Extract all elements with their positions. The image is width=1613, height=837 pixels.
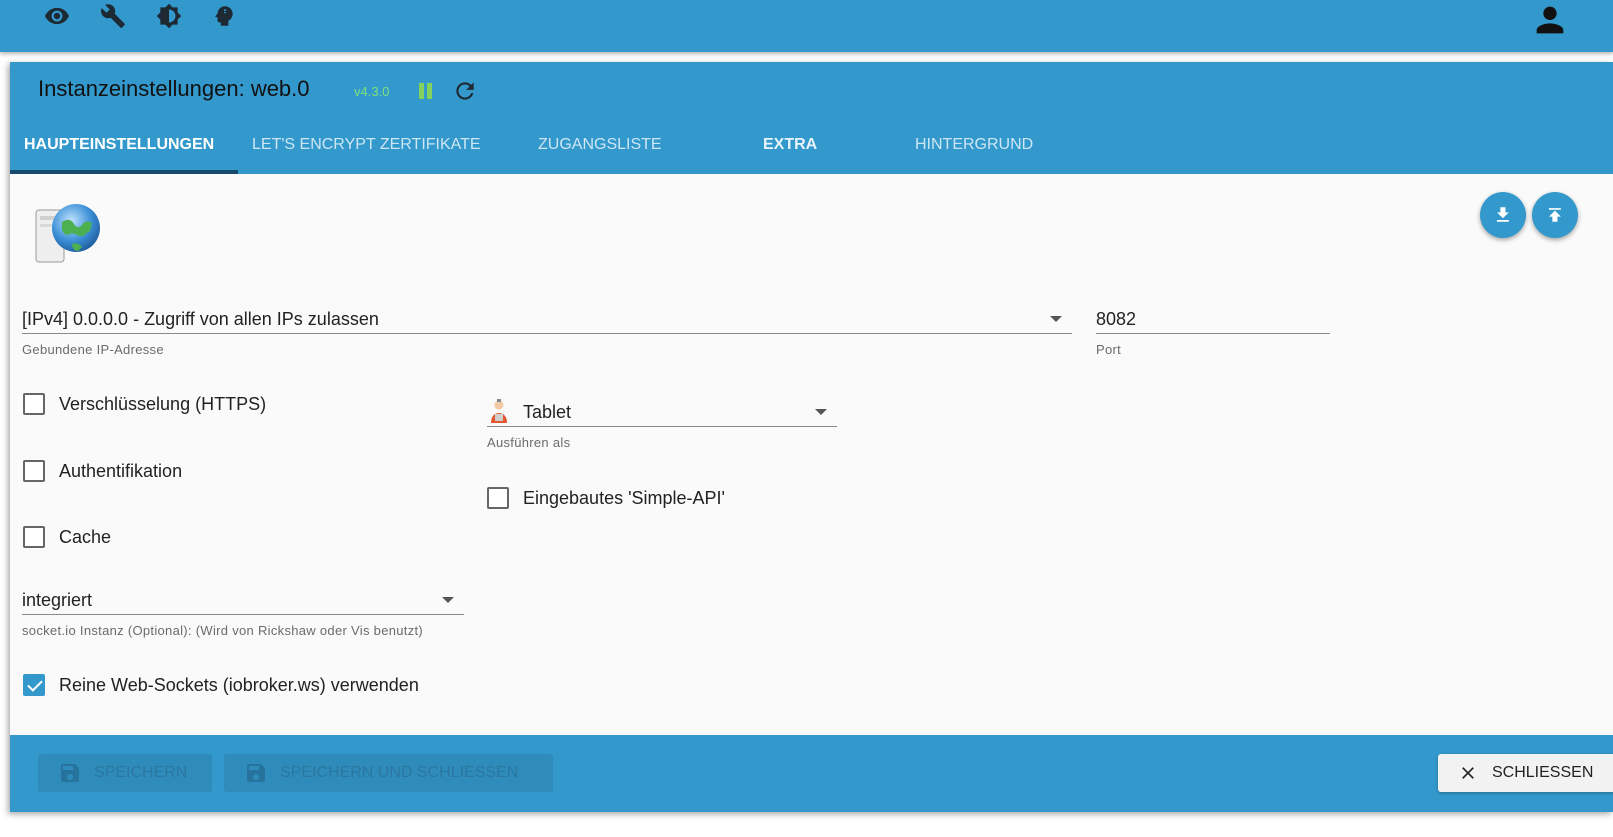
save-icon [247, 764, 265, 782]
dialog-footer: SPEICHERN SPEICHERN UND SCHLIESSEN SCHLI… [10, 735, 1613, 812]
dialog-title: Instanzeinstellungen: web.0 [38, 76, 310, 101]
dialog-header: Instanzeinstellungen: web.0 v4.3.0 HAUPT… [10, 62, 1613, 174]
tab-access-list[interactable]: ZUGANGSLISTE [538, 118, 662, 174]
tab-letsencrypt[interactable]: LET'S ENCRYPT ZERTIFIKATE [252, 118, 481, 174]
port-value[interactable]: 8082 [1096, 304, 1330, 334]
top-app-bar [0, 0, 1613, 52]
expert-mode-icon[interactable] [209, 2, 239, 30]
bind-ip-helper: Gebundene IP-Adresse [22, 342, 164, 357]
cache-checkbox[interactable] [23, 526, 45, 548]
bind-ip-select[interactable]: [IPv4] 0.0.0.0 - Zugriff von allen IPs z… [22, 304, 1072, 357]
version-badge: v4.3.0 [354, 84, 390, 99]
tab-indicator [10, 170, 238, 174]
pure-ws-checkbox-row[interactable]: Reine Web-Sockets (iobroker.ws) verwende… [23, 674, 419, 696]
run-as-field[interactable]: Tablet [487, 397, 837, 427]
socketio-helper: socket.io Instanz (Optional): (Wird von … [22, 623, 424, 638]
simple-api-label: Eingebautes 'Simple-API' [523, 487, 725, 508]
bind-ip-value[interactable]: [IPv4] 0.0.0.0 - Zugriff von allen IPs z… [22, 304, 1072, 334]
port-field[interactable]: 8082 Port [1096, 304, 1330, 357]
auth-checkbox-row[interactable]: Authentifikation [23, 460, 182, 482]
run-as-helper: Ausführen als [487, 435, 571, 450]
save-icon [61, 764, 79, 782]
auth-checkbox[interactable] [23, 460, 45, 482]
close-button[interactable]: SCHLIESSEN [1438, 754, 1613, 792]
upload-config-button[interactable] [1532, 192, 1578, 238]
https-label: Verschlüsselung (HTTPS) [59, 393, 267, 414]
tab-background[interactable]: HINTERGRUND [915, 118, 1033, 174]
run-as-select[interactable]: Tablet Ausführen als [487, 397, 837, 450]
wrench-icon[interactable] [98, 2, 128, 30]
reload-icon[interactable] [452, 78, 478, 104]
instance-settings-dialog: Instanzeinstellungen: web.0 v4.3.0 HAUPT… [10, 62, 1613, 812]
auth-label: Authentifikation [59, 460, 183, 481]
chevron-down-icon [815, 409, 827, 415]
save-and-close-button[interactable]: SPEICHERN UND SCHLIESSEN [224, 754, 553, 792]
pure-ws-label: Reine Web-Sockets (iobroker.ws) verwende… [59, 674, 419, 695]
brightness-icon[interactable] [154, 2, 184, 30]
chevron-down-icon [442, 597, 454, 603]
cache-checkbox-row[interactable]: Cache [23, 526, 111, 548]
https-checkbox-row[interactable]: Verschlüsselung (HTTPS) [23, 393, 266, 415]
tab-extra[interactable]: EXTRA [763, 118, 817, 174]
account-icon[interactable] [1530, 0, 1570, 36]
download-config-button[interactable] [1480, 192, 1526, 238]
chevron-down-icon [1050, 316, 1062, 322]
tab-bar: HAUPTEINSTELLUNGEN LET'S ENCRYPT ZERTIFI… [10, 118, 1613, 174]
save-button[interactable]: SPEICHERN [38, 754, 212, 792]
socketio-select[interactable]: integriert socket.io Instanz (Optional):… [22, 585, 464, 638]
socketio-value[interactable]: integriert [22, 585, 464, 615]
save-button-label: SPEICHERN [94, 764, 188, 781]
save-and-close-label: SPEICHERN UND SCHLIESSEN [280, 764, 519, 781]
port-helper: Port [1096, 342, 1122, 357]
cache-label: Cache [59, 526, 112, 547]
close-icon [1462, 767, 1474, 779]
user-avatar-icon [487, 399, 511, 425]
close-button-label: SCHLIESSEN [1492, 764, 1594, 781]
eye-icon[interactable] [42, 2, 72, 30]
pause-icon[interactable] [415, 80, 437, 102]
simple-api-checkbox-row[interactable]: Eingebautes 'Simple-API' [487, 487, 725, 509]
adapter-logo [34, 200, 104, 266]
upload-icon [1548, 208, 1561, 222]
pure-ws-checkbox[interactable] [23, 674, 45, 696]
run-as-value: Tablet [523, 402, 572, 422]
download-icon [1496, 207, 1509, 222]
simple-api-checkbox[interactable] [487, 487, 509, 509]
https-checkbox[interactable] [23, 393, 45, 415]
tab-main-settings[interactable]: HAUPTEINSTELLUNGEN [24, 118, 214, 174]
